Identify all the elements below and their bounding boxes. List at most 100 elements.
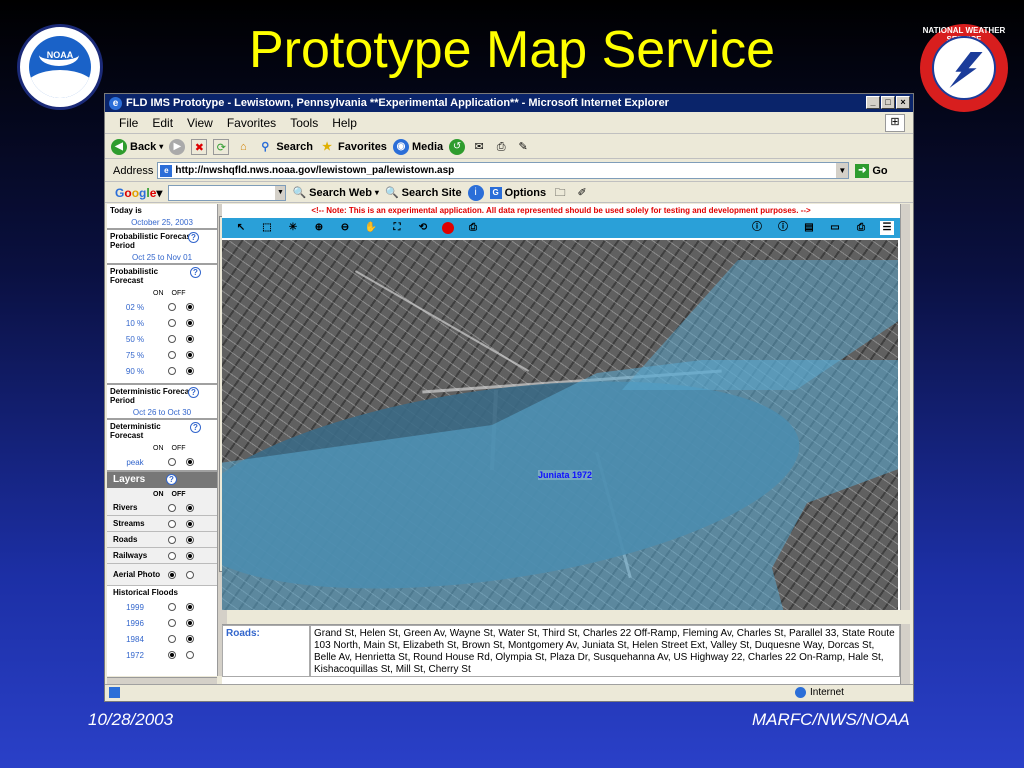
forward-button[interactable]: ▶ (169, 138, 186, 155)
help-icon[interactable]: ? (188, 387, 199, 398)
radio-off[interactable] (186, 303, 194, 311)
options-button[interactable]: G Options (489, 186, 546, 199)
print-map-icon[interactable]: ⎙ (466, 221, 480, 235)
radio-off[interactable] (186, 551, 194, 560)
radio-on[interactable] (168, 619, 176, 627)
radio-off[interactable] (186, 535, 194, 544)
minimize-button[interactable]: _ (866, 96, 880, 109)
close-button[interactable]: × (896, 96, 910, 109)
folder-icon[interactable]: 🗀 (552, 185, 568, 201)
layer-row: Rivers (107, 500, 217, 516)
identify-icon[interactable]: ✳ (286, 221, 300, 235)
radio-off[interactable] (186, 335, 194, 343)
clear-selection-icon[interactable] (442, 222, 454, 234)
media-button[interactable]: ◉ Media (392, 138, 443, 155)
edit-icon[interactable]: ✎ (515, 139, 531, 155)
refresh-map-icon[interactable]: ⟲ (416, 221, 430, 235)
roads-key: Roads: (222, 625, 310, 677)
query-icon[interactable]: ⓘ (776, 221, 790, 235)
prob-option-row: 90 % (107, 363, 217, 379)
options-icon: G (489, 186, 502, 199)
map-scrollbar[interactable] (900, 204, 910, 610)
google-search-input[interactable]: ▼ (168, 184, 287, 201)
radio-on[interactable] (168, 551, 176, 560)
radio-off[interactable] (186, 651, 194, 659)
back-button[interactable]: ◀ Back ▾ (111, 138, 163, 155)
stop-icon[interactable]: ✖ (191, 138, 208, 155)
search-button[interactable]: ⚲ Search (257, 139, 313, 155)
info-scrollbar[interactable] (900, 624, 910, 684)
prob-period-label: Probabilistic Forecast Period (110, 232, 194, 250)
radio-on[interactable] (168, 458, 176, 466)
google-logo[interactable]: Google▾ (115, 186, 162, 200)
monitor-icon[interactable]: ▭ (828, 221, 842, 235)
help-icon[interactable]: ? (190, 422, 201, 433)
highlight-icon[interactable]: ✐ (574, 185, 590, 201)
radio-off[interactable] (186, 319, 194, 327)
pan-hand-icon[interactable]: ✋ (364, 221, 378, 235)
network-icon[interactable]: ▤ (802, 221, 816, 235)
nws-logo: NATIONAL WEATHER SERVICE (920, 24, 1008, 112)
radio-off[interactable] (186, 519, 194, 528)
print-icon[interactable]: ⎙ (493, 139, 509, 155)
legend-icon[interactable]: ☰ (880, 221, 894, 235)
menu-favorites[interactable]: Favorites (227, 116, 276, 130)
radio-on[interactable] (168, 570, 176, 579)
info-icon[interactable]: ⓘ (750, 221, 764, 235)
help-icon[interactable]: ? (188, 232, 199, 243)
menu-view[interactable]: View (187, 116, 213, 130)
radio-on[interactable] (168, 519, 176, 528)
radio-off[interactable] (186, 367, 194, 375)
radio-on[interactable] (168, 319, 176, 327)
menu-file[interactable]: File (119, 116, 138, 130)
control-panel: Today is October 25, 2003 Probabilistic … (107, 204, 217, 676)
radio-off[interactable] (186, 351, 194, 359)
radio-off[interactable] (186, 503, 194, 512)
select-icon[interactable]: ⬚ (260, 221, 274, 235)
radio-on[interactable] (168, 351, 176, 359)
help-icon[interactable]: ? (190, 267, 201, 278)
radio-on[interactable] (168, 335, 176, 343)
layer-row: Streams (107, 516, 217, 532)
go-button[interactable]: ➜ Go (855, 163, 888, 178)
zoom-in-icon[interactable]: ⊕ (312, 221, 326, 235)
favorites-button[interactable]: ★ Favorites (319, 139, 387, 155)
radio-off[interactable] (186, 619, 194, 627)
today-label: Today is (110, 206, 142, 215)
experimental-note: <!-- Note: This is an experimental appli… (311, 206, 811, 215)
help-icon[interactable]: ? (166, 474, 177, 485)
printer-icon[interactable]: ⎙ (854, 221, 868, 235)
address-dropdown[interactable]: ▼ (836, 163, 849, 178)
search-site-button[interactable]: 🔍 Search Site (385, 186, 462, 200)
search-web-button[interactable]: 🔍 Search Web ▾ (292, 186, 379, 200)
menu-help[interactable]: Help (332, 116, 357, 130)
radio-off[interactable] (186, 603, 194, 611)
radio-on[interactable] (168, 603, 176, 611)
radio-on[interactable] (168, 651, 176, 659)
noaa-logo-text: NOAA (46, 50, 74, 60)
maximize-button[interactable]: □ (881, 96, 895, 109)
radio-off[interactable] (186, 635, 194, 643)
menu-tools[interactable]: Tools (290, 116, 318, 130)
window-titlebar[interactable]: e FLD IMS Prototype - Lewistown, Pennsyl… (105, 94, 913, 112)
radio-off[interactable] (186, 570, 194, 579)
info-icon[interactable]: i (467, 184, 484, 201)
mail-icon[interactable]: ✉ (471, 139, 487, 155)
pointer-icon[interactable]: ↖ (234, 221, 248, 235)
zoom-out-icon[interactable]: ⊖ (338, 221, 352, 235)
radio-on[interactable] (168, 635, 176, 643)
standard-toolbar: ◀ Back ▾ ▶ ✖ ⟳ ⌂ ⚲ Search ★ Favorites ◉ Media… (105, 135, 913, 159)
home-icon[interactable]: ⌂ (235, 139, 251, 155)
radio-on[interactable] (168, 303, 176, 311)
history-icon[interactable]: ↺ (449, 138, 466, 155)
radio-on[interactable] (168, 535, 176, 544)
address-input[interactable]: e http://nwshqfld.nws.noaa.gov/lewistown… (157, 162, 850, 179)
refresh-icon[interactable]: ⟳ (213, 138, 230, 155)
radio-off[interactable] (186, 458, 194, 466)
radio-on[interactable] (168, 503, 176, 512)
full-extent-icon[interactable]: ⛶ (390, 221, 404, 235)
radio-on[interactable] (168, 367, 176, 375)
aerial-map[interactable]: Juniata 1972 (222, 240, 898, 610)
zone-label: Internet (810, 687, 844, 698)
menu-edit[interactable]: Edit (152, 116, 173, 130)
